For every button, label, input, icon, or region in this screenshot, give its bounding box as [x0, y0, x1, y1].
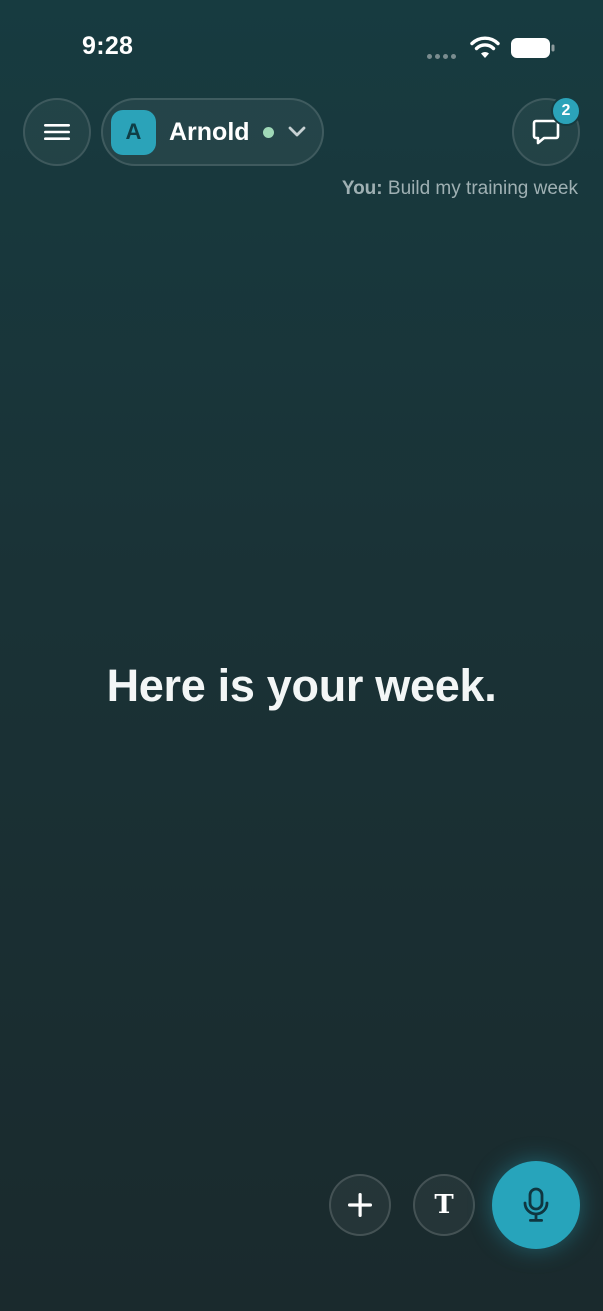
- last-message-text: Build my training week: [382, 178, 578, 199]
- status-time: 9:28: [82, 32, 134, 60]
- agent-avatar: A: [111, 109, 156, 155]
- wifi-icon: [470, 36, 500, 58]
- page-headline: Here is your week.: [106, 660, 497, 711]
- plus-icon: [348, 1193, 372, 1217]
- status-bar: 9:28: [0, 0, 603, 96]
- battery-icon: [511, 38, 555, 58]
- chevron-down-icon: [288, 126, 305, 137]
- agent-selector[interactable]: A Arnold: [101, 98, 324, 166]
- text-format-icon: T: [434, 1190, 454, 1220]
- last-message-sender: You:: [341, 178, 383, 199]
- online-status-dot: [262, 126, 274, 138]
- agent-name: Arnold: [169, 117, 250, 146]
- add-button[interactable]: [329, 1174, 391, 1236]
- signal-dots-icon: [427, 54, 456, 59]
- text-input-button[interactable]: T: [413, 1174, 475, 1236]
- hamburger-menu-icon: [44, 124, 70, 140]
- microphone-icon: [523, 1187, 549, 1222]
- microphone-button[interactable]: [492, 1161, 580, 1249]
- last-message-preview[interactable]: You: Build my training week: [342, 178, 578, 200]
- chat-badge: 2: [551, 96, 581, 126]
- menu-button[interactable]: [23, 98, 91, 166]
